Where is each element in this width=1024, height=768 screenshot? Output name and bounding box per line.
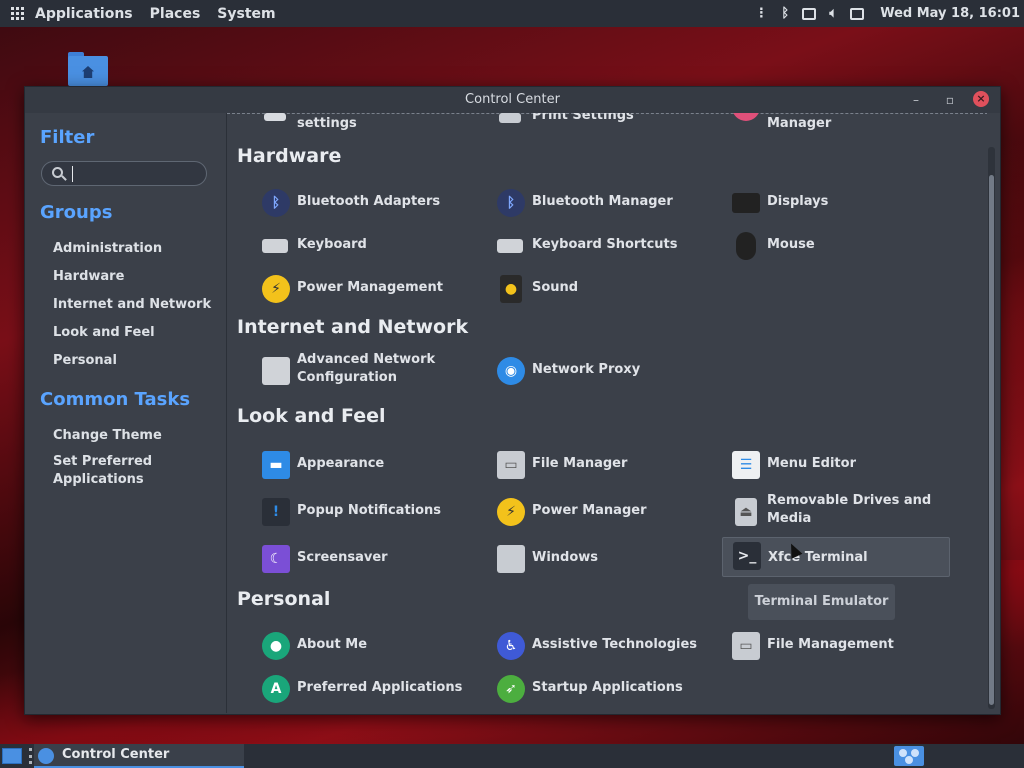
mouse-icon bbox=[736, 232, 756, 260]
window-title: Control Center bbox=[465, 92, 560, 107]
workspace-switcher[interactable] bbox=[894, 746, 924, 766]
menu-applications[interactable]: Applications bbox=[35, 6, 133, 22]
close-icon[interactable]: × bbox=[973, 91, 989, 107]
display-icon bbox=[732, 193, 760, 213]
app-appearance[interactable]: ▬ Appearance bbox=[252, 447, 480, 487]
app-advanced-network-configuration[interactable]: Advanced Network Configuration bbox=[252, 351, 480, 391]
manager-icon bbox=[732, 113, 760, 121]
search-input[interactable] bbox=[76, 164, 196, 184]
scrollbar-thumb[interactable] bbox=[989, 175, 994, 705]
windows-icon bbox=[497, 545, 525, 573]
window-titlebar[interactable]: Control Center – ▫ × bbox=[25, 87, 1000, 113]
accessibility-icon: ♿︎ bbox=[497, 632, 525, 660]
app-bluetooth-adapters[interactable]: ᛒ Bluetooth Adapters bbox=[252, 185, 480, 225]
group-hardware[interactable]: Hardware bbox=[53, 268, 218, 286]
applications-grid-icon[interactable] bbox=[11, 6, 25, 21]
app-popup-notifications[interactable]: ! Popup Notifications bbox=[252, 494, 480, 534]
app-power-management[interactable]: ⚡ Power Management bbox=[252, 271, 480, 311]
app-startup-applications[interactable]: ➶ Startup Applications bbox=[487, 671, 715, 711]
moon-icon: ☾ bbox=[262, 545, 290, 573]
speaker-icon: ● bbox=[500, 275, 522, 303]
bluetooth-icon[interactable]: ᛒ bbox=[776, 6, 794, 22]
section-internet-and-network: Internet and Network bbox=[237, 316, 469, 338]
app-partial-manager[interactable]: Manager bbox=[722, 113, 950, 139]
notification-icon[interactable] bbox=[848, 6, 866, 22]
keyboard-shortcuts-icon bbox=[497, 239, 523, 253]
app-file-management[interactable]: ▭ File Management bbox=[722, 628, 950, 668]
globe-icon: ◉ bbox=[497, 357, 525, 385]
clock[interactable]: Wed May 18, 16:01 bbox=[880, 6, 1020, 21]
menu-editor-icon: ☰ bbox=[732, 451, 760, 479]
app-screensaver[interactable]: ☾ Screensaver bbox=[252, 541, 480, 581]
maximize-icon[interactable]: ▫ bbox=[941, 91, 959, 109]
preferred-apps-icon: A bbox=[262, 675, 290, 703]
app-sound[interactable]: ● Sound bbox=[487, 271, 715, 311]
app-file-manager[interactable]: ▭ File Manager bbox=[487, 447, 715, 487]
rocket-icon: ➶ bbox=[497, 675, 525, 703]
app-keyboard-shortcuts[interactable]: Keyboard Shortcuts bbox=[487, 228, 715, 268]
bluetooth-icon: ᛒ bbox=[262, 189, 290, 217]
menu-places[interactable]: Places bbox=[150, 6, 201, 22]
show-desktop-icon[interactable] bbox=[2, 748, 22, 764]
app-removable-drives-and-media[interactable]: ⏏ Removable Drives and Media bbox=[722, 493, 950, 534]
app-about-me[interactable]: ● About Me bbox=[252, 628, 480, 668]
network-icon bbox=[262, 357, 290, 385]
notification-icon: ! bbox=[262, 498, 290, 526]
tooltip: Terminal Emulator bbox=[748, 584, 895, 620]
power-icon: ⚡ bbox=[262, 275, 290, 303]
groups-heading: Groups bbox=[40, 202, 113, 223]
app-print-settings[interactable]: Print Settings bbox=[487, 113, 715, 139]
minimize-icon[interactable]: – bbox=[907, 91, 925, 109]
app-bluetooth-manager[interactable]: ᛒ Bluetooth Manager bbox=[487, 185, 715, 225]
app-power-manager[interactable]: ⚡ Power Manager bbox=[487, 494, 715, 534]
bottom-panel: Control Center bbox=[0, 744, 1024, 768]
group-personal[interactable]: Personal bbox=[53, 352, 218, 370]
app-windows[interactable]: Windows bbox=[487, 541, 715, 581]
control-center-window: Control Center – ▫ × Filter Groups Admin… bbox=[24, 86, 1001, 715]
task-change-theme[interactable]: Change Theme bbox=[53, 427, 218, 445]
keyboard-icon bbox=[262, 239, 288, 253]
content-area: settings Print Settings Manager Hardware… bbox=[226, 113, 987, 713]
app-assistive-technologies[interactable]: ♿︎ Assistive Technologies bbox=[487, 628, 715, 668]
user-icon: ● bbox=[262, 632, 290, 660]
group-administration[interactable]: Administration bbox=[53, 240, 218, 258]
search-field[interactable] bbox=[41, 161, 207, 186]
volume-icon[interactable]: 🔈︎ bbox=[824, 6, 842, 22]
app-mouse[interactable]: Mouse bbox=[722, 228, 950, 268]
app-partial-settings[interactable]: settings bbox=[252, 113, 480, 139]
section-hardware: Hardware bbox=[237, 145, 342, 167]
tray-area: ⋮ ᛒ 🔈︎ Wed May 18, 16:01 bbox=[752, 0, 1024, 27]
app-network-proxy[interactable]: ◉ Network Proxy bbox=[487, 351, 715, 391]
taskbar-control-center[interactable]: Control Center bbox=[34, 744, 244, 768]
printer-icon bbox=[499, 113, 521, 123]
app-displays[interactable]: Displays bbox=[722, 185, 950, 225]
section-look-and-feel: Look and Feel bbox=[237, 405, 386, 427]
filter-heading: Filter bbox=[40, 127, 95, 148]
control-center-icon bbox=[38, 748, 54, 764]
app-menu-editor[interactable]: ☰ Menu Editor bbox=[722, 447, 950, 487]
keyboard-icon[interactable] bbox=[800, 6, 818, 22]
panel-handle[interactable] bbox=[29, 748, 32, 764]
folder-icon: ▭ bbox=[732, 632, 760, 660]
settings-icon bbox=[264, 113, 286, 121]
drive-icon: ⏏ bbox=[735, 498, 757, 526]
app-xfce-terminal[interactable]: >_ Xfce Terminal bbox=[722, 537, 950, 577]
group-internet-and-network[interactable]: Internet and Network bbox=[53, 296, 218, 314]
terminal-icon: >_ bbox=[733, 542, 761, 570]
menu-system[interactable]: System bbox=[217, 6, 275, 22]
common-tasks-heading: Common Tasks bbox=[40, 389, 191, 410]
appearance-icon: ▬ bbox=[262, 451, 290, 479]
app-keyboard[interactable]: Keyboard bbox=[252, 228, 480, 268]
top-panel: Applications Places System ⋮ ᛒ 🔈︎ Wed Ma… bbox=[0, 0, 1024, 27]
bluetooth-icon: ᛒ bbox=[497, 189, 525, 217]
group-look-and-feel[interactable]: Look and Feel bbox=[53, 324, 218, 342]
sidebar: Filter Groups Administration Hardware In… bbox=[25, 113, 225, 714]
app-preferred-applications[interactable]: A Preferred Applications bbox=[252, 671, 480, 711]
more-icon[interactable]: ⋮ bbox=[752, 6, 770, 22]
task-set-preferred-applications[interactable]: Set Preferred Applications bbox=[53, 453, 218, 489]
folder-icon: ▭ bbox=[497, 451, 525, 479]
section-personal: Personal bbox=[237, 588, 331, 610]
home-folder-icon[interactable] bbox=[68, 52, 108, 86]
power-icon: ⚡ bbox=[497, 498, 525, 526]
